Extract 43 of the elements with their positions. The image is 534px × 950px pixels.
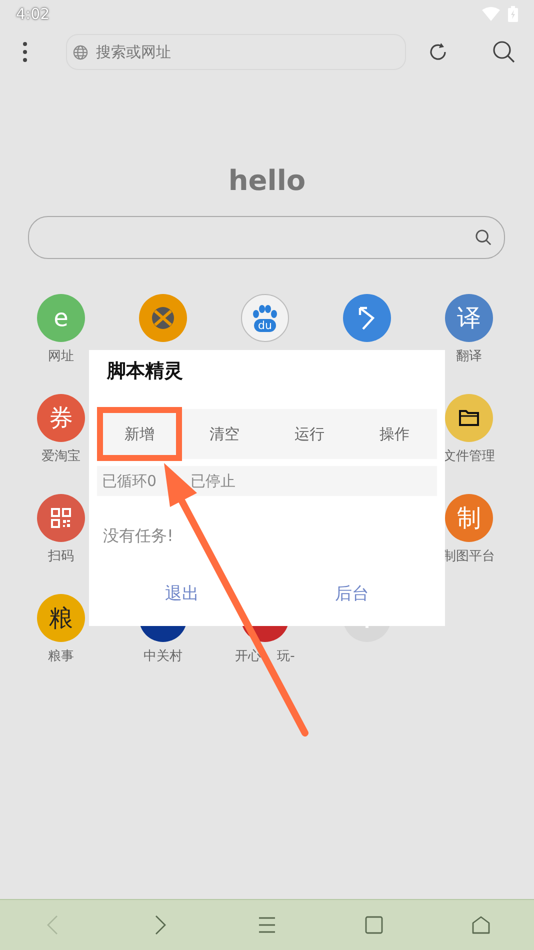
dialog-title: 脚本精灵: [107, 359, 184, 382]
xbox-icon[interactable]: [139, 294, 187, 342]
clock-time: 4:02: [16, 5, 50, 23]
paw-icon[interactable]: du: [241, 294, 289, 342]
tab-button[interactable]: 新增: [97, 407, 182, 461]
home-title: hello: [227, 164, 307, 197]
shortcut-label: 爱淘宝: [42, 448, 80, 465]
tab-button[interactable]: 运行: [267, 407, 352, 461]
dialog-button[interactable]: 退出: [97, 581, 267, 606]
battery-icon: [508, 6, 518, 22]
home-icon[interactable]: [470, 915, 491, 935]
shortcut-label: 中关村: [144, 648, 182, 665]
shortcut-label: 网址: [48, 348, 74, 365]
more-menu-icon[interactable]: [22, 41, 28, 63]
shortcut-label: 玩-: [277, 648, 295, 665]
status-text: 已停止: [190, 472, 236, 490]
search-icon[interactable]: [475, 229, 492, 246]
shortcut-label: 开心: [235, 648, 262, 665]
search-field[interactable]: [28, 216, 505, 259]
status-text: 已循环0: [102, 472, 157, 490]
refresh-icon[interactable]: [428, 42, 448, 62]
square-icon[interactable]: [364, 915, 384, 935]
shortcut-icon[interactable]: 制: [445, 494, 493, 542]
tab-button[interactable]: 清空: [182, 407, 267, 461]
cursor-icon[interactable]: [343, 294, 391, 342]
shortcut-label: 翻译: [456, 348, 482, 365]
shortcut-label: 粮事: [48, 648, 74, 665]
empty-message: 没有任务!: [103, 526, 174, 547]
shortcut-icon[interactable]: 译: [445, 294, 493, 342]
tab-button[interactable]: 操作: [352, 407, 437, 461]
globe-icon: [73, 44, 88, 60]
shortcut-icon[interactable]: e: [37, 294, 85, 342]
folder-icon[interactable]: [445, 394, 493, 442]
shortcut-label: 扫码: [48, 548, 74, 565]
shortcut-icon[interactable]: 券: [37, 394, 85, 442]
dialog-button[interactable]: 后台: [267, 581, 437, 606]
wifi-icon: [482, 7, 500, 21]
qr-code-icon[interactable]: [37, 494, 85, 542]
search-icon[interactable]: [492, 40, 516, 64]
address-bar[interactable]: 搜索或网址: [66, 34, 406, 70]
address-field[interactable]: 搜索或网址: [94, 42, 378, 62]
shortcut-icon[interactable]: 粮: [37, 594, 85, 642]
menu-icon[interactable]: [256, 915, 277, 935]
